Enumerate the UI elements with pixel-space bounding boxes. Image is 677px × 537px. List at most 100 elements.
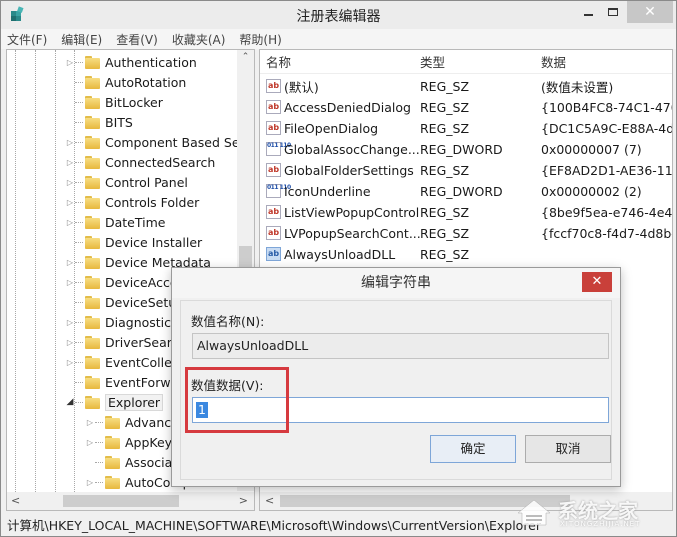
tree-connector-line [75,341,83,343]
folder-icon [85,75,101,89]
expand-arrow-icon[interactable]: ▷ [85,478,95,487]
maximize-button[interactable] [598,1,628,23]
tree-item[interactable]: ◢ Explorer [65,392,164,412]
menu-bar: 文件(F) 编辑(E) 查看(V) 收藏夹(A) 帮助(H) [1,29,676,49]
value-type: REG_SZ [420,205,470,220]
expand-arrow-icon[interactable]: ▷ [65,218,75,227]
tree-connector-line [75,361,83,363]
value-row[interactable]: 011 110 IconUnderline REG_DWORD 0x00000002 … [260,181,672,202]
value-data: {100B4FC8-74C1-470F- [541,100,672,115]
tree-item[interactable]: BITS [65,112,133,132]
value-row[interactable]: ab AccessDeniedDialog REG_SZ {100B4FC8-74C1… [260,97,672,118]
folder-icon [105,475,121,489]
expand-arrow-icon[interactable]: ▷ [85,438,95,447]
expand-arrow-icon[interactable]: ▷ [65,138,75,147]
tree-item[interactable]: ▷ Controls Folder [65,192,199,212]
reg-string-icon: ab [266,226,281,240]
expand-arrow-icon[interactable]: ▷ [65,158,75,167]
tree-item[interactable]: BitLocker [65,92,163,112]
tree-item[interactable]: Device Installer [65,232,202,252]
tree-item[interactable]: AutoRotation [65,72,186,92]
reg-string-icon: ab [266,121,281,135]
menu-help[interactable]: 帮助(H) [239,31,281,48]
reg-string-icon: ab [266,247,281,261]
expand-arrow-icon[interactable]: ▷ [65,198,75,207]
expand-arrow-icon[interactable]: ▷ [65,318,75,327]
expand-arrow-icon[interactable]: ▷ [65,58,75,67]
registry-editor-window: 注册表编辑器 ✕ 文件(F) 编辑(E) 查看(V) 收藏夹(A) 帮助(H) … [0,0,677,537]
folder-icon [105,415,121,429]
value-data: {EF8AD2D1-AE36-11D1 [541,163,673,178]
value-type: REG_SZ [420,226,470,241]
expand-arrow-icon[interactable]: ▷ [65,278,75,287]
close-button[interactable]: ✕ [627,1,673,23]
tree-item[interactable]: ▷ Authentication [65,52,197,72]
value-type: REG_DWORD [420,142,503,157]
tree-horizontal-scrollbar[interactable]: < > [7,492,254,510]
reg-string-icon: ab [266,163,281,177]
column-header-data[interactable]: 数据 [541,52,566,71]
value-name: AccessDeniedDialog [284,100,411,115]
expand-arrow-icon[interactable]: ▷ [65,178,75,187]
value-row[interactable]: ab (默认) REG_SZ (数值未设置) [260,76,672,97]
scroll-right-icon[interactable]: > [239,494,248,507]
tree-item[interactable]: ▷ Control Panel [65,172,188,192]
tree-connector-line [75,121,83,123]
value-row[interactable]: ab AlwaysUnloadDLL REG_SZ [260,244,672,265]
tree-connector-line [75,401,83,403]
tree-connector-line [75,161,83,163]
value-row[interactable]: ab LVPopupSearchCont... REG_SZ {fccf70c8-f4… [260,223,672,244]
tree-connector-line [75,301,83,303]
menu-view[interactable]: 查看(V) [116,31,158,48]
expand-arrow-icon[interactable]: ▷ [65,358,75,367]
dialog-close-button[interactable]: ✕ [582,272,612,292]
value-name: IconUnderline [284,184,371,199]
cancel-button[interactable]: 取消 [525,435,611,463]
tree-item[interactable]: ▷ AppKey [85,432,172,452]
tree-connector-line [95,461,103,463]
annotation-highlight-box [185,367,289,433]
folder-icon [105,455,121,469]
expand-arrow-icon[interactable]: ▷ [65,258,75,267]
column-header-type[interactable]: 类型 [420,52,445,71]
value-type: REG_SZ [420,121,470,136]
menu-file[interactable]: 文件(F) [7,31,47,48]
watermark-subtext: XITONGZHIJIA.NET [560,520,641,528]
tree-item[interactable]: ▷ Component Based Serv [65,132,252,152]
tree-item-label: Explorer [105,393,164,411]
value-name: GlobalFolderSettings [284,163,414,178]
value-type: REG_SZ [420,247,470,262]
expand-arrow-icon[interactable]: ▷ [65,338,75,347]
watermark-house-icon [517,499,551,526]
tree-connector-line [75,201,83,203]
reg-string-icon: ab [266,205,281,219]
menu-edit[interactable]: 编辑(E) [61,31,102,48]
expand-arrow-icon[interactable]: ▷ [85,418,95,427]
collapse-arrow-icon[interactable]: ◢ [65,397,75,407]
scroll-left-icon[interactable]: < [11,494,20,507]
value-row[interactable]: 011 110 GlobalAssocChange... REG_DWORD 0x00… [260,139,672,160]
folder-icon [85,335,101,349]
value-row[interactable]: ab FileOpenDialog REG_SZ {DC1C5A9C-E88A-4dd [260,118,672,139]
dialog-title: 编辑字符串 [172,268,620,298]
scroll-left-icon[interactable]: < [265,494,274,507]
scroll-up-icon[interactable]: ⌃ [237,52,254,62]
tree-item[interactable]: ▷ ConnectedSearch [65,152,215,172]
scroll-thumb[interactable] [63,495,179,507]
tree-item[interactable]: DeviceSetup [65,292,184,312]
value-data: {fccf70c8-f4d7-4d8b-8 [541,226,673,241]
column-header-name[interactable]: 名称 [266,52,291,71]
tree-connector-line [95,481,103,483]
tree-item[interactable]: ▷ DateTime [65,212,166,232]
value-row[interactable]: ab GlobalFolderSettings REG_SZ {EF8AD2D1-AE… [260,160,672,181]
tree-item[interactable]: ▷ Diagnostics [65,312,178,332]
folder-icon [85,195,101,209]
reg-string-icon: ab [266,100,281,114]
close-icon: ✕ [644,4,656,20]
tree-connector-line [75,101,83,103]
tree-item-label: AppKey [125,434,173,450]
menu-favorites[interactable]: 收藏夹(A) [172,31,226,48]
tree-connector-line [75,381,83,383]
ok-button[interactable]: 确定 [430,435,516,463]
value-row[interactable]: ab ListViewPopupControl REG_SZ {8be9f5ea-e7… [260,202,672,223]
